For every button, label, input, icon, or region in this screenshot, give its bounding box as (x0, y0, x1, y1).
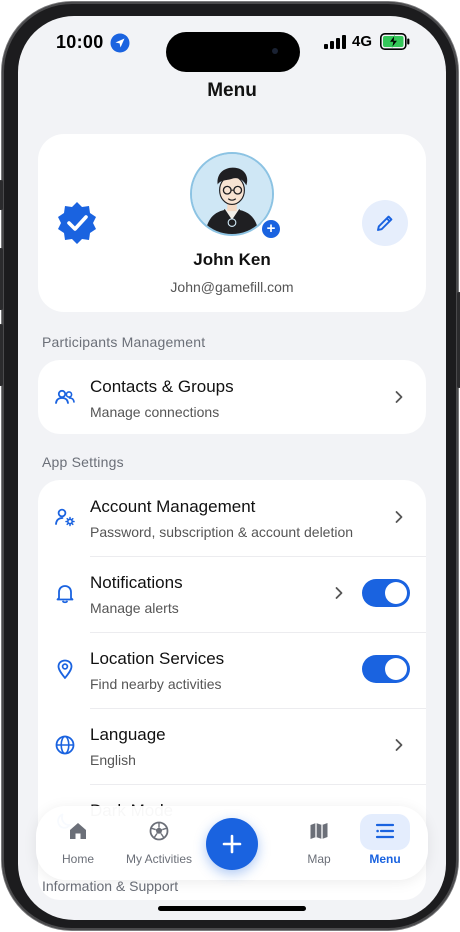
avatar-illustration (192, 154, 272, 234)
menu-item-location-services[interactable]: Location Services Find nearby activities (38, 632, 426, 708)
avatar[interactable]: + (190, 152, 282, 240)
menu-item-subtitle: English (90, 752, 136, 768)
chevron-right-icon (395, 739, 403, 751)
ball-icon (149, 821, 169, 841)
menu-item-title: Language (90, 725, 166, 744)
participants-card: Contacts & Groups Manage connections (38, 360, 426, 434)
chevron-right-icon (395, 391, 403, 403)
menu-item-title: Notifications (90, 573, 183, 592)
menu-item-account-management[interactable]: Account Management Password, subscriptio… (38, 480, 426, 556)
status-bar: 10:00 4G (18, 16, 446, 72)
battery-charging-icon (380, 33, 410, 50)
menu-item-contacts-groups[interactable]: Contacts & Groups Manage connections (38, 360, 426, 434)
menu-item-notifications[interactable]: Notifications Manage alerts (38, 556, 426, 632)
menu-item-subtitle: Password, subscription & account deletio… (90, 524, 354, 540)
location-pin-icon (57, 659, 73, 679)
verified-badge-icon (58, 202, 96, 244)
tab-map[interactable]: Map (290, 806, 348, 880)
profile-email: John@gamefill.com (170, 279, 294, 295)
section-label-app-settings: App Settings (42, 454, 124, 470)
location-services-toggle[interactable] (362, 655, 410, 683)
action-button (0, 180, 3, 210)
phone-frame: 10:00 4G Menu + John Ken John@gamefill.c… (0, 2, 460, 930)
menu-item-title: Account Management (90, 497, 256, 516)
home-indicator (158, 906, 306, 911)
menu-list-icon (375, 823, 395, 839)
chevron-right-icon (395, 511, 403, 523)
page-title: Menu (207, 80, 257, 101)
bell-icon (56, 585, 74, 604)
profile-name: John Ken (193, 250, 271, 269)
location-arrow-icon (110, 33, 130, 53)
people-icon (55, 389, 75, 404)
tab-label: Map (307, 852, 331, 866)
volume-down-button (0, 324, 3, 386)
tab-label: Menu (369, 852, 401, 866)
cellular-signal-icon (324, 35, 346, 49)
menu-item-subtitle: Manage alerts (90, 600, 179, 616)
tab-label: Home (61, 852, 94, 866)
add-photo-icon[interactable]: + (260, 218, 282, 240)
tab-my-activities[interactable]: My Activities (122, 806, 196, 880)
map-icon (310, 823, 328, 839)
menu-item-title: Contacts & Groups (90, 377, 234, 396)
user-gear-icon (55, 508, 75, 527)
menu-item-subtitle: Find nearby activities (90, 676, 222, 692)
screen: 10:00 4G Menu + John Ken John@gamefill.c… (18, 16, 446, 920)
tab-label: My Activities (125, 852, 192, 866)
tab-home[interactable]: Home (48, 806, 108, 880)
tab-menu[interactable]: Menu (354, 806, 416, 880)
section-label-participants: Participants Management (42, 334, 206, 350)
home-icon (70, 823, 86, 839)
chevron-right-icon (335, 587, 343, 599)
dynamic-island (166, 32, 300, 72)
pencil-icon (377, 215, 393, 231)
create-activity-button[interactable] (206, 818, 258, 870)
globe-icon (55, 735, 75, 755)
edit-profile-button[interactable] (362, 200, 408, 246)
menu-item-title: Location Services (90, 649, 225, 668)
menu-item-subtitle: Manage connections (90, 404, 220, 420)
network-type: 4G (352, 33, 373, 50)
volume-up-button (0, 248, 3, 310)
section-label-info-support: Information & Support (42, 878, 179, 894)
bottom-tab-bar: Home My Activities Map Menu (36, 806, 428, 880)
menu-item-language[interactable]: Language English (38, 708, 426, 784)
profile-card: + John Ken John@gamefill.com (38, 134, 426, 312)
plus-icon (222, 834, 242, 854)
notifications-toggle[interactable] (362, 579, 410, 607)
status-time: 10:00 (56, 32, 104, 52)
